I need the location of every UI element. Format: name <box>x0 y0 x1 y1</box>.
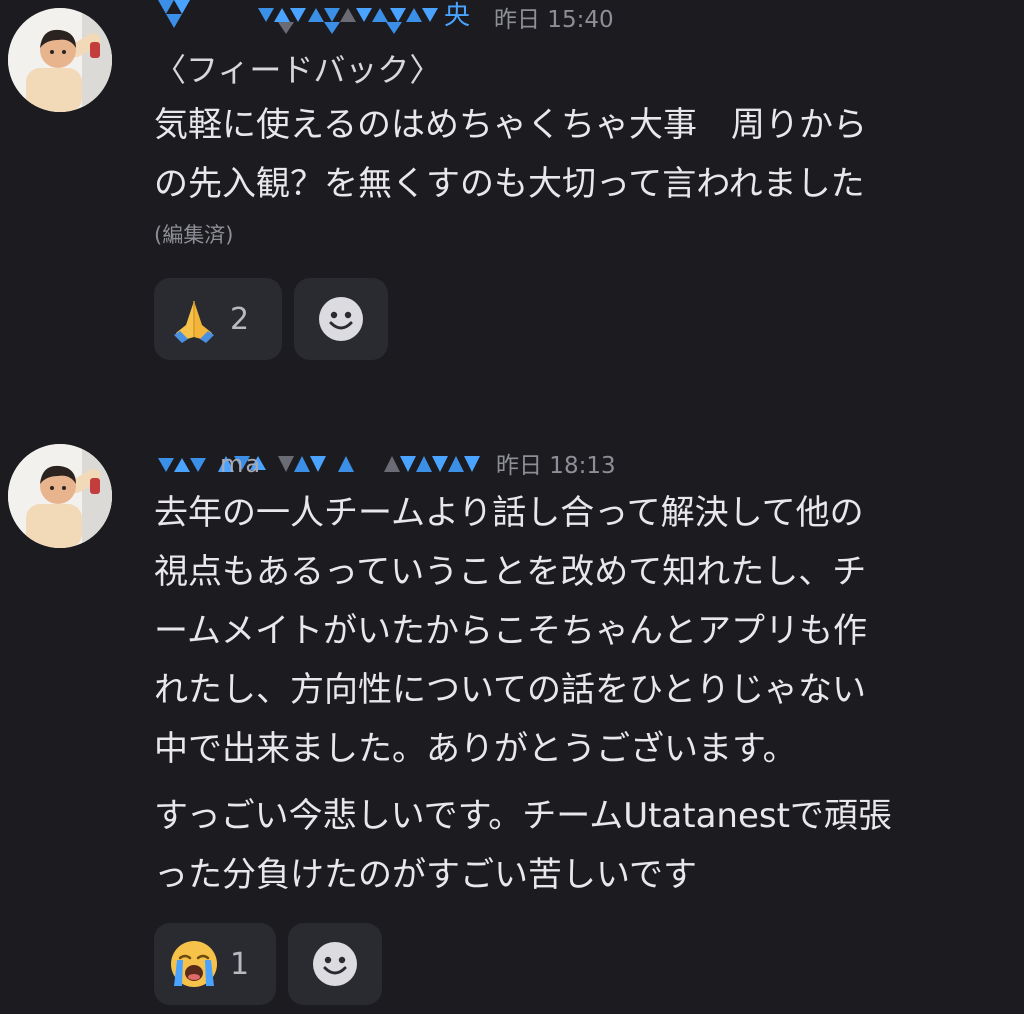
reaction-button[interactable]: 1 <box>154 923 276 1005</box>
username-partial: 央 <box>444 1 473 31</box>
message-text: 去年の一人チームより話し合って解決して他の 視点もあるっていうことを改めて知れた… <box>154 484 994 779</box>
folded-hands-icon <box>174 301 214 343</box>
message-body: 去年の一人チームより話し合って解決して他の 視点もあるっていうことを改めて知れた… <box>154 484 994 1005</box>
text-line: 視点もあるっていうことを改めて知れたし、チ <box>154 552 867 592</box>
avatar-photo <box>8 8 112 112</box>
text-line: 去年の一人チームより話し合って解決して他の <box>154 493 864 533</box>
avatar[interactable] <box>8 8 112 112</box>
message-header: 央 昨日 15:40 <box>158 0 614 34</box>
smiley-icon <box>319 297 363 341</box>
text-line: の先入観？を無くすのも大切って言われました <box>154 164 865 204</box>
text-line: すっごい今悲しいです。チームUtatanestで頑張 <box>154 796 892 836</box>
message-text: 気軽に使えるのはめちゃくちゃ大事 周りから の先入観？を無くすのも大切って言われ… <box>154 96 994 214</box>
username-obscured[interactable]: 央 <box>158 0 476 34</box>
avatar[interactable] <box>8 444 112 548</box>
avatar-photo <box>8 444 112 548</box>
text-line: 気軽に使えるのはめちゃくちゃ大事 周りから <box>154 105 867 145</box>
message-text: すっごい今悲しいです。チームUtatanestで頑張 った分負けたのがすごい苦し… <box>154 787 994 905</box>
add-reaction-button[interactable] <box>288 923 382 1005</box>
text-line: れたし、方向性についての話をひとりじゃない <box>154 670 866 710</box>
feedback-tag: 〈フィードバック〉 <box>154 51 442 89</box>
text-line: 中で出来ました。ありがとうございます。 <box>154 729 797 769</box>
timestamp: 昨日 15:40 <box>494 7 614 33</box>
message-body: 〈フィードバック〉 気軽に使えるのはめちゃくちゃ大事 周りから の先入観？を無く… <box>154 44 994 360</box>
text-line: った分負けたのがすごい苦しいです <box>154 855 697 895</box>
text-line: ームメイトがいたからこそちゃんとアプリも作 <box>154 611 867 651</box>
reaction-bar: 2 <box>154 278 994 360</box>
reaction-bar: 1 <box>154 923 994 1005</box>
username-partial: ma <box>220 450 263 478</box>
mosaic-overlay <box>158 456 480 472</box>
message-header: ma 昨日 18:13 <box>158 446 616 480</box>
smiley-icon <box>313 942 357 986</box>
chat-thread: 央 昨日 15:40 〈フィードバック〉 気軽に使えるのはめちゃくちゃ大事 周り… <box>0 0 1024 1014</box>
timestamp: 昨日 18:13 <box>496 453 616 479</box>
reaction-button[interactable]: 2 <box>154 278 282 360</box>
edited-label: (編集済) <box>154 223 234 247</box>
add-reaction-button[interactable] <box>294 278 388 360</box>
reaction-count: 2 <box>230 301 250 337</box>
loudly-crying-face-icon <box>171 941 217 987</box>
reaction-count: 1 <box>230 946 250 982</box>
username-obscured[interactable]: ma <box>158 446 484 480</box>
mosaic-overlay <box>158 0 438 34</box>
